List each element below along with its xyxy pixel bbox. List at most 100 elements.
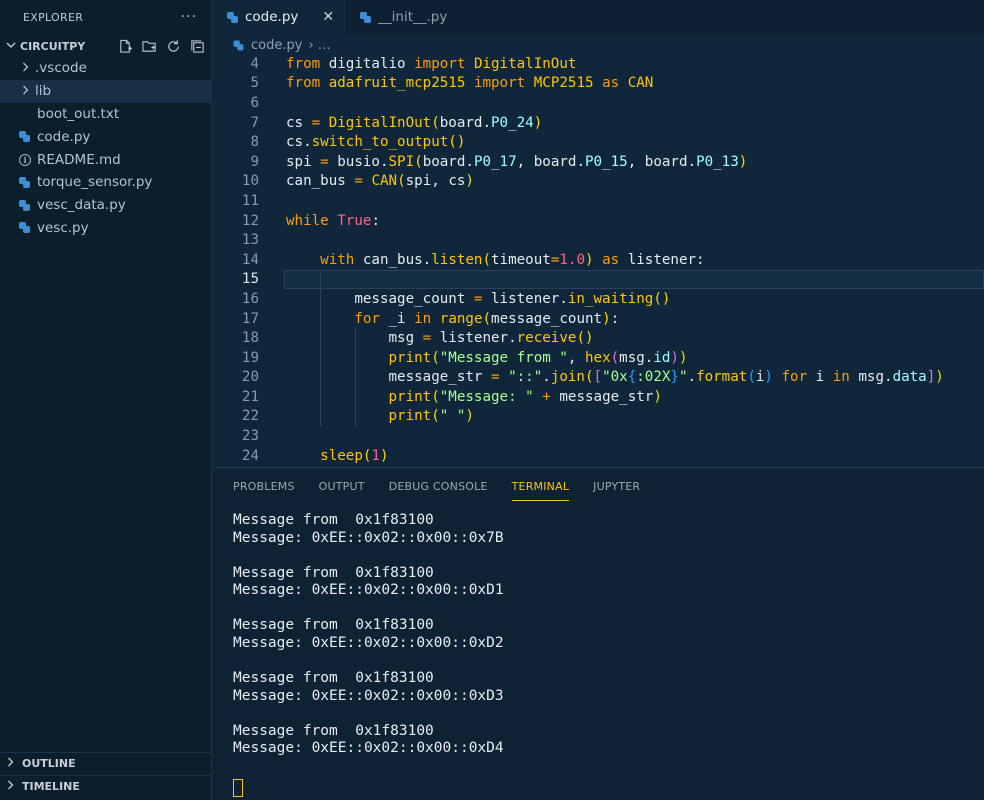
code-text: sleep(1) [320, 447, 389, 464]
code-line: 16 message_count = listener.in_waiting() [213, 289, 984, 309]
tab-debug-console[interactable]: DEBUG CONSOLE [389, 468, 488, 504]
line-number: 20 [241, 369, 259, 386]
code-text: cs.switch_to_output() [286, 134, 466, 151]
workspace-folder-header[interactable]: CIRCUITPY [0, 35, 211, 57]
tab-init-py[interactable]: __init__.py [346, 0, 459, 34]
terminal-cursor [233, 779, 243, 797]
refresh-icon[interactable] [165, 38, 181, 54]
line-number: 17 [241, 310, 259, 327]
code-text: can_bus = CAN(spi, cs) [286, 173, 474, 190]
tab-problems[interactable]: PROBLEMS [233, 468, 295, 504]
terminal-line: Message: 0xEE::0x02::0x00::0x7B [233, 529, 504, 546]
line-number: 7 [250, 114, 259, 131]
tree-file-vesc[interactable]: vesc.py [0, 217, 211, 240]
line-number: 19 [241, 349, 259, 366]
code-text: msg = listener.receive() [286, 330, 594, 347]
line-number: 24 [241, 447, 259, 464]
tree-file-code-py[interactable]: code.py [0, 125, 211, 148]
code-text: with can_bus.listen(timeout=1.0) as list… [320, 251, 705, 268]
explorer-sidebar: EXPLORER ··· CIRCUITPY .vscode lib boot_… [0, 0, 212, 800]
terminal-line: Message from 0x1f83100 [233, 722, 434, 739]
code-line: 5 from adafruit_mcp2515 import MCP2515 as… [213, 74, 984, 94]
line-number: 13 [241, 232, 259, 249]
chevron-right-icon [6, 757, 22, 770]
breadcrumb: code.py › … [213, 34, 984, 56]
code-line: 10 can_bus = CAN(spi, cs) [213, 172, 984, 192]
tree-file-readme[interactable]: i README.md [0, 148, 211, 171]
code-text: spi = busio.SPI(board.P0_17, board.P0_15… [286, 153, 748, 170]
code-text: while True: [286, 212, 380, 229]
code-line: 14 with can_bus.listen(timeout=1.0) as l… [213, 250, 984, 270]
code-line: 7 cs = DigitalInOut(board.P0_24) [213, 113, 984, 133]
code-text: message_str = "::".join(["0x{:02X}".form… [286, 369, 944, 386]
tree-folder-lib[interactable]: lib [0, 79, 211, 103]
tab-label: code.py [245, 9, 299, 25]
info-icon: i [19, 153, 37, 166]
terminal-line: Message from 0x1f83100 [233, 617, 434, 634]
editor-tabs: code.py ✕ __init__.py [213, 0, 984, 34]
code-line: 21 print("Message: " + message_str) [213, 387, 984, 407]
breadcrumb-file[interactable]: code.py [251, 38, 302, 53]
panel-tabs: PROBLEMS OUTPUT DEBUG CONSOLE TERMINAL J… [213, 468, 984, 504]
terminal-line: Message from 0x1f83100 [233, 564, 434, 581]
code-line: 20 message_str = "::".join(["0x{:02X}".f… [213, 367, 984, 388]
tree-folder-vscode[interactable]: .vscode [0, 57, 211, 80]
more-actions-icon[interactable]: ··· [181, 9, 197, 25]
close-icon[interactable]: ✕ [322, 9, 334, 25]
code-line: 18 msg = listener.receive() [213, 328, 984, 348]
timeline-label: TIMELINE [22, 780, 80, 793]
python-file-icon [19, 222, 37, 234]
terminal-line: Message: 0xEE::0x02::0x00::0xD3 [233, 687, 504, 704]
line-number: 22 [241, 408, 259, 425]
collapse-all-icon[interactable] [189, 38, 205, 54]
line-number: 6 [250, 94, 259, 111]
tree-item-label: vesc.py [37, 219, 89, 236]
terminal-line: Message: 0xEE::0x02::0x00::0xD2 [233, 635, 504, 652]
code-line: 9 spi = busio.SPI(board.P0_17, board.P0_1… [213, 152, 984, 172]
tab-terminal[interactable]: TERMINAL [511, 468, 570, 504]
code-line: 17 for _i in range(message_count): [213, 308, 984, 329]
tree-file-boot-out[interactable]: boot_out.txt [0, 103, 211, 126]
tree-file-vesc-data[interactable]: vesc_data.py [0, 194, 211, 217]
terminal-output[interactable]: Message from 0x1f83100 Message: 0xEE::0x… [233, 512, 504, 758]
code-text: cs = DigitalInOut(board.P0_24) [286, 114, 543, 131]
new-folder-icon[interactable] [141, 38, 157, 54]
line-number: 15 [241, 271, 259, 288]
tree-item-label: code.py [37, 128, 91, 145]
line-number: 18 [241, 330, 259, 347]
outline-label: OUTLINE [22, 757, 76, 770]
code-line: 8 cs.switch_to_output() [213, 132, 984, 152]
line-number: 5 [250, 75, 259, 92]
outline-section-header[interactable]: OUTLINE [0, 752, 211, 774]
new-file-icon[interactable] [117, 38, 133, 54]
terminal-line: Message from 0x1f83100 [233, 670, 434, 687]
terminal-line: Message: 0xEE::0x02::0x00::0xD4 [233, 740, 504, 757]
code-line: 12 while True: [213, 211, 984, 231]
timeline-section-header[interactable]: TIMELINE [0, 775, 211, 797]
tree-item-label: torque_sensor.py [37, 174, 153, 191]
tree-file-torque-sensor[interactable]: torque_sensor.py [0, 171, 211, 194]
python-file-icon [19, 199, 37, 211]
python-file-icon [227, 11, 238, 23]
tree-item-label: vesc_data.py [37, 197, 126, 214]
code-line: 4 from digitalio import DigitalInOut [213, 54, 984, 74]
code-line-current: 15 [213, 269, 984, 290]
chevron-right-icon [21, 85, 35, 98]
code-editor[interactable]: 4 from digitalio import DigitalInOut 5 fro… [213, 54, 984, 467]
line-number: 23 [241, 428, 259, 445]
line-number: 10 [241, 173, 259, 190]
python-file-icon [19, 176, 37, 188]
breadcrumb-rest[interactable]: › … [308, 38, 330, 53]
code-text: print("Message: " + message_str) [388, 388, 662, 405]
terminal-line: Message: 0xEE::0x02::0x00::0xD1 [233, 582, 504, 599]
tab-output[interactable]: OUTPUT [319, 468, 365, 504]
line-number: 11 [241, 192, 259, 209]
chevron-right-icon [6, 780, 22, 793]
tab-jupyter[interactable]: JUPYTER [593, 468, 640, 504]
file-tree: .vscode lib boot_out.txt code.py i READM… [0, 57, 211, 239]
tab-code-py[interactable]: code.py ✕ [213, 0, 347, 34]
tree-item-label: lib [35, 83, 52, 100]
code-line: 6 [213, 93, 984, 113]
